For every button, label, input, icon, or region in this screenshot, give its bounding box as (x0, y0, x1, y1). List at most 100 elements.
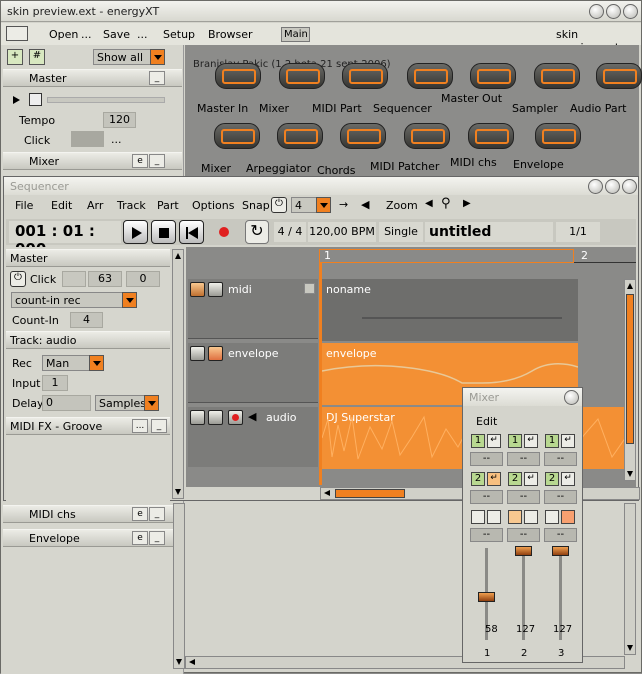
scroll-left-icon[interactable] (324, 490, 330, 496)
track-audio[interactable]: ◀ audio (188, 407, 318, 467)
chevron-down-icon[interactable] (150, 49, 165, 65)
module-button[interactable] (340, 123, 386, 149)
track-envelope[interactable]: envelope (188, 343, 318, 403)
click-more-button[interactable]: ... (111, 133, 122, 146)
play-icon[interactable] (13, 96, 20, 104)
click-power-icon[interactable]: ⏻ (10, 271, 26, 287)
input-field[interactable]: -- (470, 452, 503, 466)
mode-display[interactable]: Single (379, 222, 423, 242)
stop-icon[interactable] (29, 93, 42, 106)
click-value-a[interactable]: 63 (88, 271, 122, 287)
return-icon[interactable]: ↵ (524, 472, 538, 486)
seq-maximize-button[interactable] (605, 179, 620, 194)
page-display[interactable]: 1/1 (556, 222, 600, 242)
solo-icon[interactable] (524, 510, 538, 524)
scroll-down-icon[interactable] (627, 471, 633, 477)
input-field[interactable]: -- (507, 452, 540, 466)
tempo-field[interactable]: 120 (103, 112, 136, 128)
snap-power-icon[interactable]: ⏻ (271, 197, 287, 213)
mixer-e-button[interactable]: e (132, 154, 148, 168)
rewind-button[interactable] (179, 220, 204, 244)
seq-menu-file[interactable]: File (15, 199, 33, 212)
show-all-select[interactable]: Show all (93, 49, 165, 65)
return-icon[interactable]: ↵ (561, 472, 575, 486)
keyboard-icon[interactable] (190, 282, 205, 297)
return-icon[interactable]: ↵ (524, 434, 538, 448)
loop-icon[interactable]: ↻ (245, 220, 269, 244)
seq-menu-arr[interactable]: Arr (87, 199, 103, 212)
seq-left-scrollbar[interactable] (172, 249, 184, 499)
keyboard-icon[interactable] (190, 410, 205, 425)
maximize-button[interactable] (606, 4, 621, 19)
chevron-down-icon[interactable] (144, 395, 159, 411)
song-name[interactable]: untitled (425, 222, 553, 242)
midi-fx-minimize-button[interactable]: _ (151, 419, 167, 433)
seq-menu-edit[interactable]: Edit (51, 199, 72, 212)
part-midi[interactable]: noname (322, 279, 578, 341)
chevron-down-icon[interactable] (316, 197, 331, 213)
solo-icon[interactable] (208, 282, 223, 297)
record-icon[interactable] (219, 227, 229, 237)
speaker-icon[interactable]: ◀ (248, 410, 256, 423)
time-signature[interactable]: 4 / 4 (274, 222, 306, 242)
input-field[interactable]: 1 (42, 375, 68, 391)
module-button[interactable] (535, 123, 581, 149)
solo-icon[interactable] (208, 410, 223, 425)
click-field[interactable] (71, 131, 104, 147)
module-button[interactable] (596, 63, 642, 89)
input-field[interactable]: -- (544, 452, 577, 466)
module-button[interactable] (215, 63, 261, 89)
minimize-button[interactable] (589, 4, 604, 19)
return-icon[interactable]: ↵ (487, 472, 501, 486)
midi-chs-e-button[interactable]: e (132, 507, 148, 521)
chevron-down-icon[interactable] (122, 292, 137, 308)
solo-icon[interactable] (487, 510, 501, 524)
search-icon[interactable]: ⚲ (441, 196, 451, 211)
fader-knob[interactable] (515, 546, 532, 556)
main-tab[interactable]: Main (281, 27, 310, 42)
midi-fx-more-button[interactable]: ... (132, 419, 148, 433)
seq-menu-track[interactable]: Track (117, 199, 146, 212)
play-button[interactable] (123, 220, 148, 244)
record-arm-icon[interactable] (228, 410, 243, 425)
scroll-down-icon[interactable] (176, 659, 182, 665)
close-button[interactable] (623, 4, 638, 19)
module-button[interactable] (342, 63, 388, 89)
envelope-e-button[interactable]: e (132, 531, 148, 545)
return-icon[interactable]: ↵ (487, 434, 501, 448)
chain-icon[interactable]: # (29, 49, 45, 65)
module-button[interactable] (404, 123, 450, 149)
fx-field[interactable]: -- (507, 528, 540, 542)
output-button[interactable]: 2 (545, 472, 559, 486)
midi-chs-minimize-button[interactable]: _ (149, 507, 165, 521)
module-button[interactable] (470, 63, 516, 89)
menu-save[interactable]: Save (103, 28, 130, 41)
delay-field[interactable]: 0 (42, 395, 91, 411)
fader-knob[interactable] (478, 592, 495, 602)
new-button[interactable] (6, 26, 28, 41)
chevron-down-icon[interactable] (89, 355, 104, 371)
seq-close-button[interactable] (622, 179, 637, 194)
track-checkbox[interactable] (304, 283, 315, 294)
module-button[interactable] (468, 123, 514, 149)
scroll-up-icon[interactable] (175, 253, 181, 259)
seq-menu-part[interactable]: Part (157, 199, 179, 212)
hscroll-thumb[interactable] (335, 489, 405, 498)
keyboard-icon[interactable] (508, 510, 522, 524)
envelope-minimize-button[interactable]: _ (149, 531, 165, 545)
solo-icon[interactable] (208, 346, 223, 361)
seq-master-header[interactable]: Master (6, 249, 170, 267)
input-button[interactable]: 1 (545, 434, 559, 448)
mixer-minimize-button[interactable]: _ (149, 154, 165, 168)
output-button[interactable]: 2 (471, 472, 485, 486)
snap-select[interactable]: 4 (291, 197, 331, 213)
solo-icon[interactable] (561, 510, 575, 524)
output-field[interactable]: -- (470, 490, 503, 504)
scroll-left-icon[interactable] (189, 659, 195, 665)
count-mode-select[interactable]: count-in rec (11, 292, 137, 308)
track-header[interactable]: Track: audio (6, 331, 170, 349)
track-midi[interactable]: midi (188, 279, 318, 339)
bpm-display[interactable]: 120,00 BPM (308, 222, 376, 242)
tracks-scrollbar[interactable] (624, 279, 636, 481)
module-button[interactable] (407, 63, 453, 89)
